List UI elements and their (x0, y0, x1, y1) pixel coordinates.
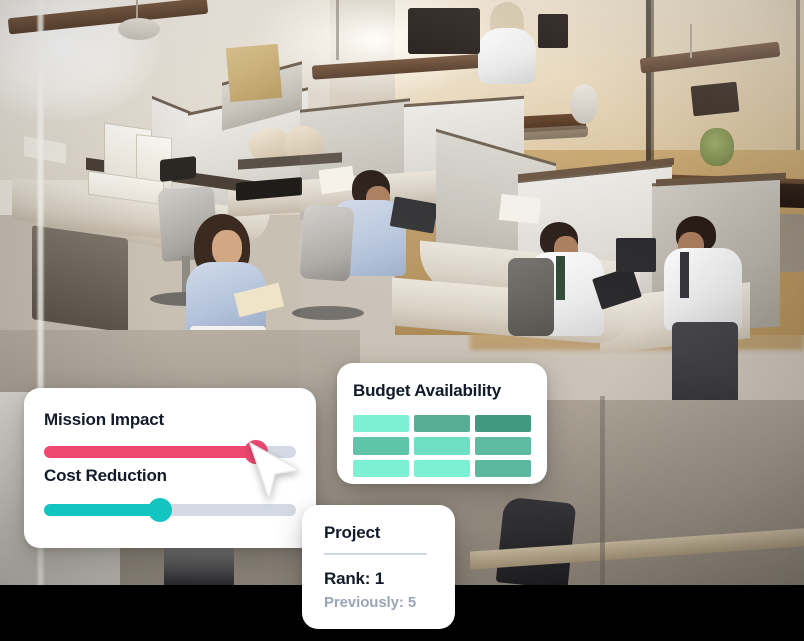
budget-cell-1 (353, 415, 409, 433)
project-rank: Rank: 1 (324, 569, 385, 588)
budget-availability-grid (353, 415, 531, 477)
budget-cell-5 (414, 437, 470, 455)
budget-cell-3 (475, 415, 531, 433)
budget-cell-6 (475, 437, 531, 455)
project-title: Project (324, 523, 381, 542)
screenshot-stage: Mission Impact Cost Reduction Budget Ava… (0, 0, 804, 641)
budget-cell-7 (353, 459, 409, 477)
project-divider (324, 553, 427, 555)
arrow-pointer-cursor (249, 442, 300, 500)
budget-availability-card: Budget Availability (337, 363, 547, 484)
budget-cell-8 (414, 459, 470, 477)
budget-cell-9 (475, 459, 531, 477)
project-card: Project Rank: 1 Previously: 5 (302, 505, 455, 629)
budget-cell-2 (414, 415, 470, 433)
mission-impact-fill (44, 446, 256, 458)
cost-reduction-fill (44, 504, 160, 516)
cost-reduction-thumb[interactable] (147, 498, 172, 522)
project-previous-rank: Previously: 5 (324, 594, 417, 611)
cost-reduction-slider[interactable] (44, 498, 296, 522)
budget-availability-title: Budget Availability (353, 381, 501, 400)
mission-impact-label: Mission Impact (44, 410, 165, 429)
budget-cell-4 (353, 437, 409, 455)
